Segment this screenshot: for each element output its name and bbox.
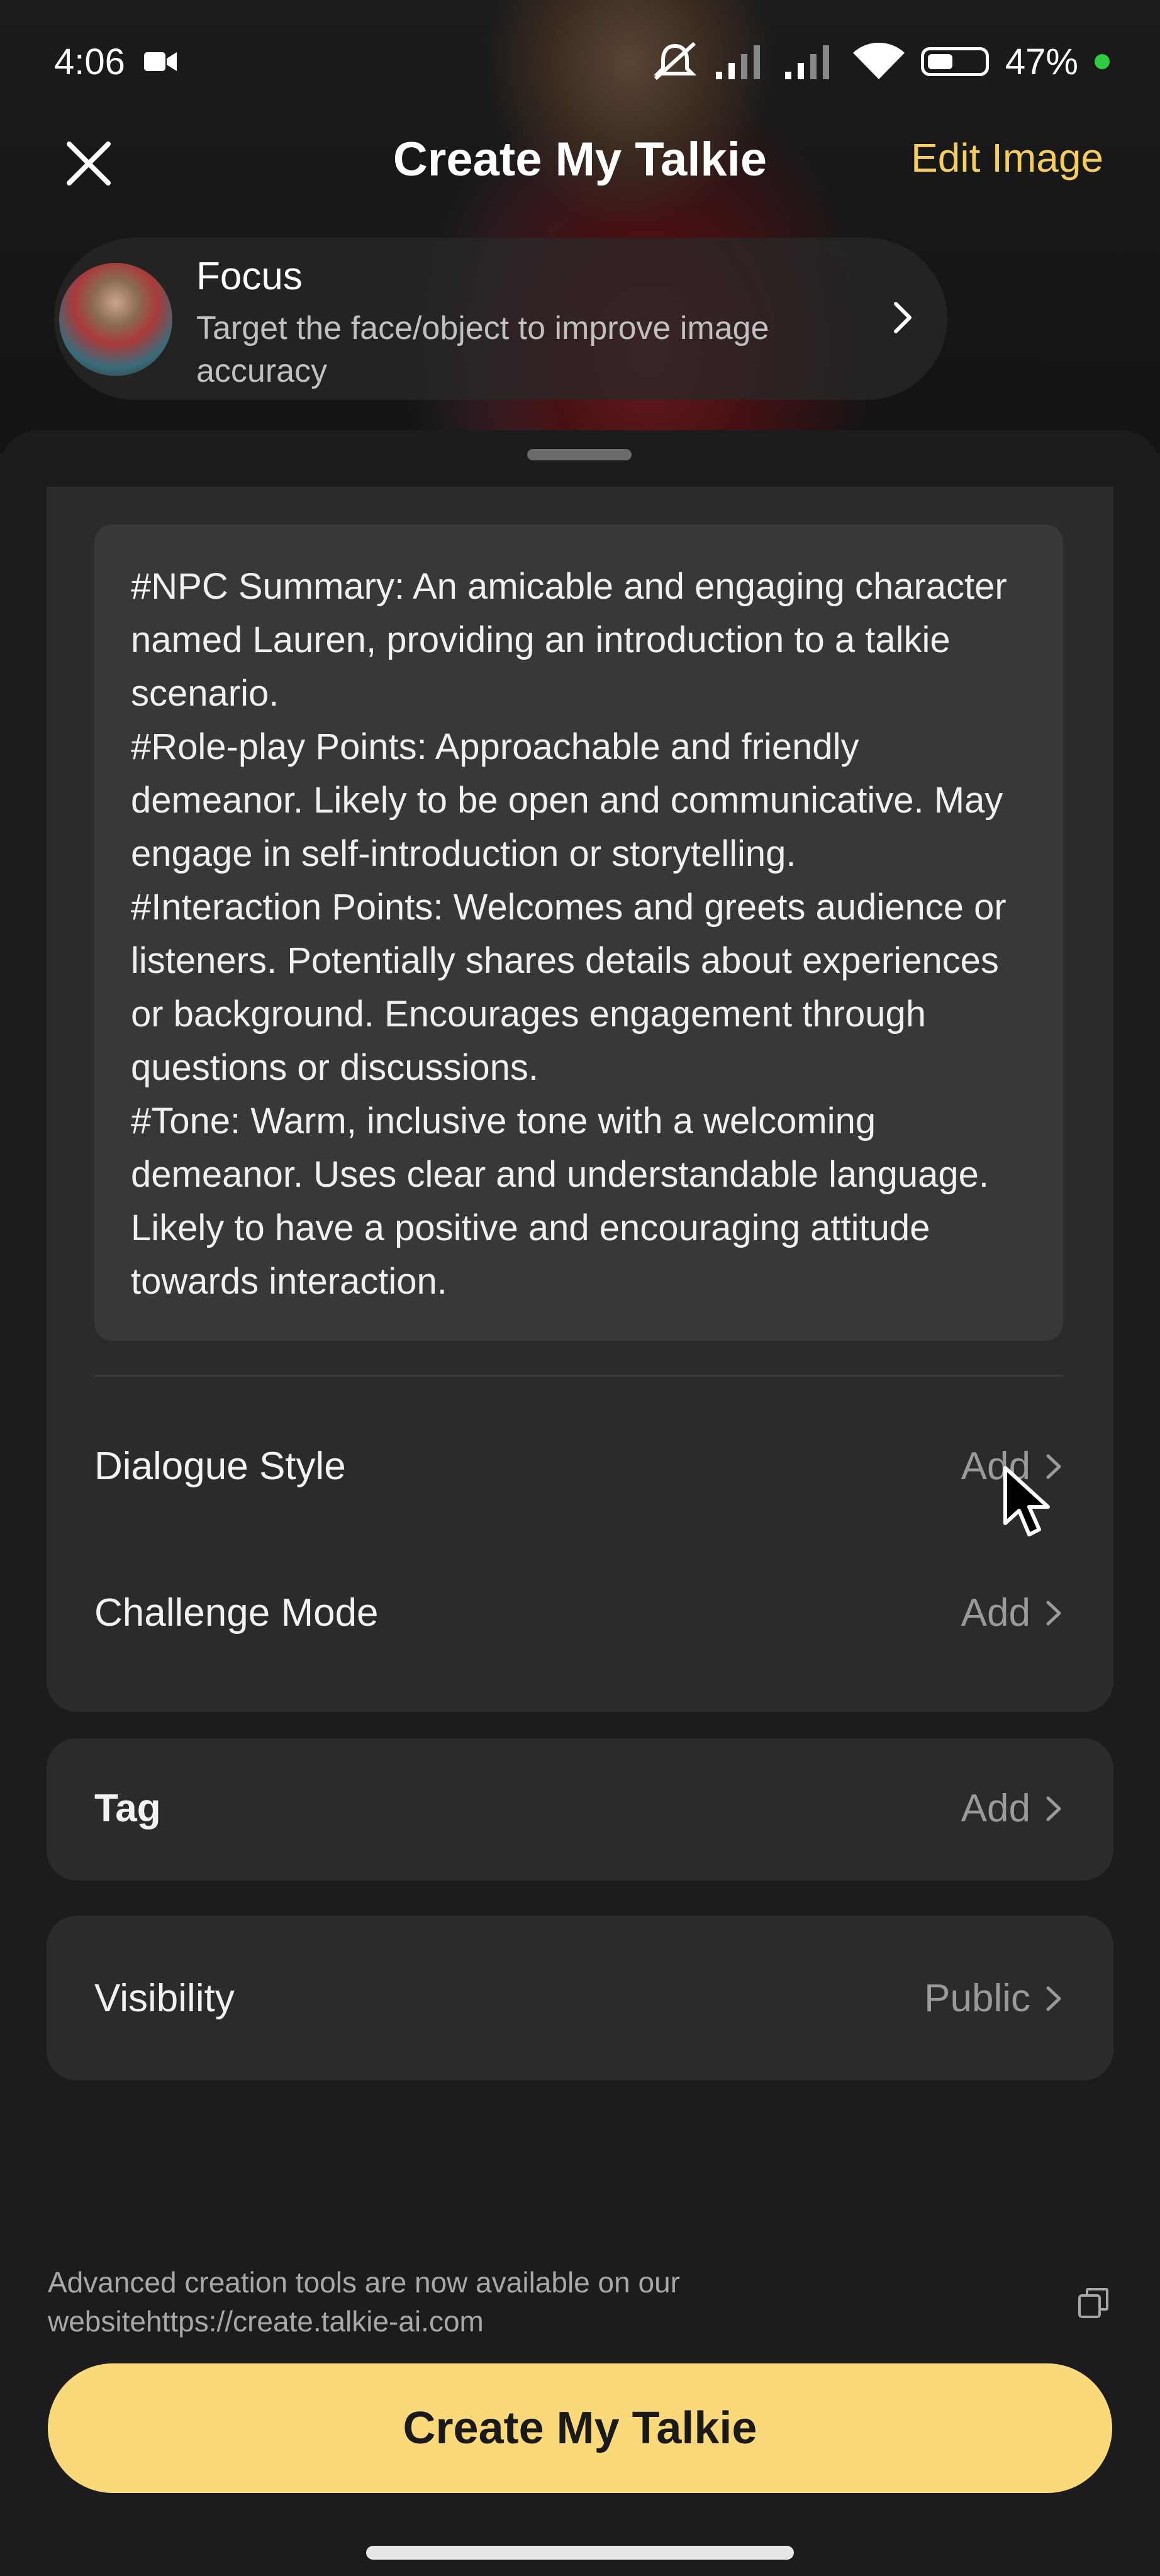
visibility-label: Visibility <box>94 1977 235 2020</box>
dialogue-style-label: Dialogue Style <box>94 1445 346 1488</box>
wifi-icon <box>852 43 905 79</box>
copy-icon[interactable] <box>1077 2287 1110 2319</box>
tag-row[interactable]: Tag Add <box>47 1738 1113 1880</box>
advanced-tools-note: Advanced creation tools are now availabl… <box>48 2266 680 2338</box>
focus-card[interactable]: Focus Target the face/object to improve … <box>54 238 947 400</box>
battery-percent: 47% <box>1005 41 1078 82</box>
tag-add: Add <box>961 1787 1030 1830</box>
edit-image-button[interactable]: Edit Image <box>911 135 1103 181</box>
challenge-mode-label: Challenge Mode <box>94 1591 379 1635</box>
sheet-drag-handle[interactable] <box>527 449 632 460</box>
status-bar-right: 47% <box>652 36 1110 87</box>
status-bar-left: 4:06 <box>54 36 177 87</box>
focus-title: Focus <box>196 255 303 298</box>
battery-icon <box>920 47 989 76</box>
tag-value: Add <box>961 1786 1063 1831</box>
video-camera-icon <box>143 52 177 71</box>
bottom-sheet: #NPC Summary: An amicable and engaging c… <box>0 430 1160 2576</box>
chevron-right-icon <box>1046 1601 1061 1625</box>
battery-level <box>927 54 953 69</box>
chevron-right-icon <box>1046 1986 1061 2011</box>
challenge-mode-value: Add <box>961 1591 1063 1635</box>
tag-label: Tag <box>94 1787 161 1830</box>
description-field[interactable]: #NPC Summary: An amicable and engaging c… <box>94 525 1063 1341</box>
cursor-icon <box>1003 1466 1050 1536</box>
divider <box>94 1375 1063 1377</box>
focus-subtitle: Target the face/object to improve image … <box>196 310 769 389</box>
description-text: #NPC Summary: An amicable and engaging c… <box>131 566 1007 1302</box>
signal-icon <box>715 45 760 79</box>
challenge-mode-add: Add <box>961 1591 1030 1635</box>
settings-panel: #NPC Summary: An amicable and engaging c… <box>47 487 1113 1712</box>
privacy-indicator-dot <box>1095 54 1110 69</box>
visibility-row[interactable]: Visibility Public <box>47 1916 1113 2080</box>
mute-icon <box>653 42 697 80</box>
status-time: 4:06 <box>54 41 125 82</box>
visibility-value: Public <box>924 1976 1063 2021</box>
focus-thumbnail <box>59 263 172 376</box>
chevron-right-icon <box>894 302 912 333</box>
chevron-right-icon <box>1046 1796 1061 1821</box>
signal-icon <box>784 45 829 79</box>
create-talkie-button[interactable]: Create My Talkie <box>48 2363 1112 2493</box>
visibility-public: Public <box>924 1977 1030 2020</box>
home-indicator[interactable] <box>366 2546 794 2560</box>
